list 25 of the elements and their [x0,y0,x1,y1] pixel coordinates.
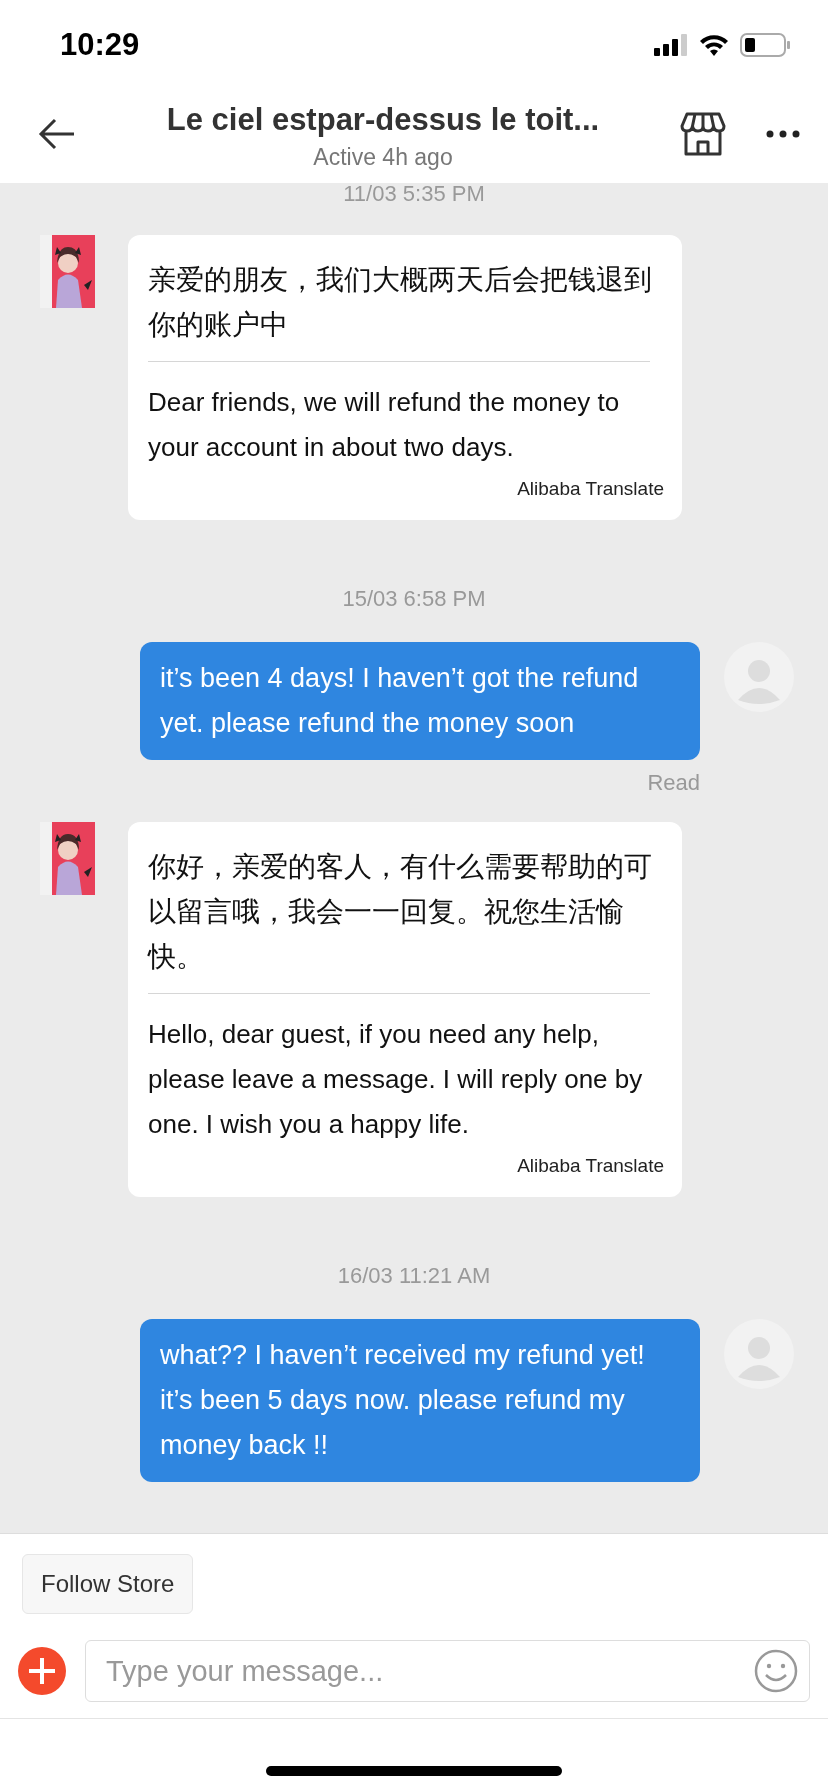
emoji-icon[interactable] [754,1649,798,1693]
message-input[interactable]: Type your message... [85,1640,810,1702]
message-text: it’s been 4 days! I haven’t got the refund yet. please refund the money soon [160,663,639,738]
read-status: Read [647,770,700,796]
back-arrow-icon[interactable] [38,117,76,150]
translated-text: Hello, dear guest, if you need any help, please leave a message. I will reply one by one. I wish you a happy life. [148,1018,644,1141]
timestamp: 15/03 6:58 PM [342,586,486,611]
translated-text: Dear friends, we will refund the money to your account in about two days. [148,386,621,464]
chat-title: Le ciel estpar-dessus le toit... [166,102,600,138]
message-text: 亲爱的朋友，我们大概两天后会把钱退到你的账户中 [148,263,653,342]
translator-label: Alibaba Translate [517,478,664,500]
message-text: 你好，亲爱的客人，有什么需要帮助的可以留言哦，我会一一回复。祝您生活愉快。 [148,850,653,974]
timestamp: 11/03 5:35 PM [343,183,485,206]
active-status: Active 4h ago [313,144,453,171]
battery-icon [740,33,790,57]
follow-store-button[interactable]: Follow Store [22,1554,194,1614]
wifi-icon [698,33,730,57]
timestamp: 16/03 11:21 AM [337,1263,491,1288]
message-text: what?? I haven’t received my refund yet! it’s been 5 days now. please refund my money back !! [160,1340,645,1460]
status-time: 10:29 [60,27,140,63]
signal-icon [654,34,688,56]
store-icon[interactable] [680,111,726,156]
add-icon[interactable] [18,1647,66,1695]
more-icon[interactable] [766,129,800,138]
translator-label: Alibaba Translate [517,1155,664,1177]
